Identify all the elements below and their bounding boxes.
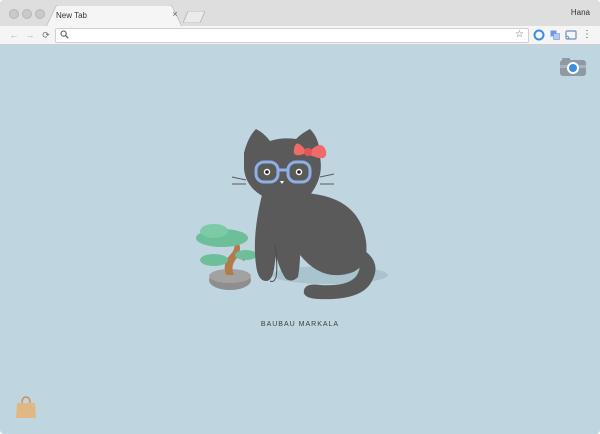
cast-icon[interactable]: [565, 29, 577, 41]
shopping-bag-icon[interactable]: [15, 395, 37, 419]
cat-illustration: [196, 129, 388, 300]
new-tab-page: BAUBAU MARKALA: [0, 45, 600, 434]
cat-head: [231, 129, 335, 203]
close-window-button[interactable]: [9, 9, 19, 19]
tab-strip: New Tab × Hana: [0, 0, 600, 27]
bookmark-star-icon[interactable]: ☆: [515, 29, 524, 41]
new-tab-button[interactable]: [183, 11, 205, 23]
back-arrow-icon[interactable]: ←: [8, 29, 20, 41]
maximize-window-button[interactable]: [35, 9, 45, 19]
close-tab-icon[interactable]: ×: [170, 9, 180, 19]
translate-icon[interactable]: [549, 29, 561, 41]
tab-new-tab[interactable]: New Tab ×: [46, 5, 182, 27]
camera-icon[interactable]: [559, 55, 587, 77]
extension-o-icon[interactable]: [533, 29, 545, 41]
forward-arrow-icon[interactable]: →: [24, 29, 36, 41]
toolbar: ← → ⟳ ☆ ⋮: [0, 26, 600, 45]
browser-window: New Tab × Hana ← → ⟳ ☆ ⋮ BAUBAU MARKALA: [0, 0, 600, 434]
search-icon: [60, 30, 69, 39]
menu-icon[interactable]: ⋮: [582, 29, 592, 41]
bonsai-tree: [196, 224, 257, 290]
profile-name[interactable]: Hana: [571, 8, 590, 17]
tab-title: New Tab: [56, 11, 87, 20]
reload-icon[interactable]: ⟳: [40, 29, 52, 41]
page-caption: BAUBAU MARKALA: [260, 321, 340, 328]
address-bar[interactable]: ☆: [55, 28, 529, 43]
minimize-window-button[interactable]: [22, 9, 32, 19]
